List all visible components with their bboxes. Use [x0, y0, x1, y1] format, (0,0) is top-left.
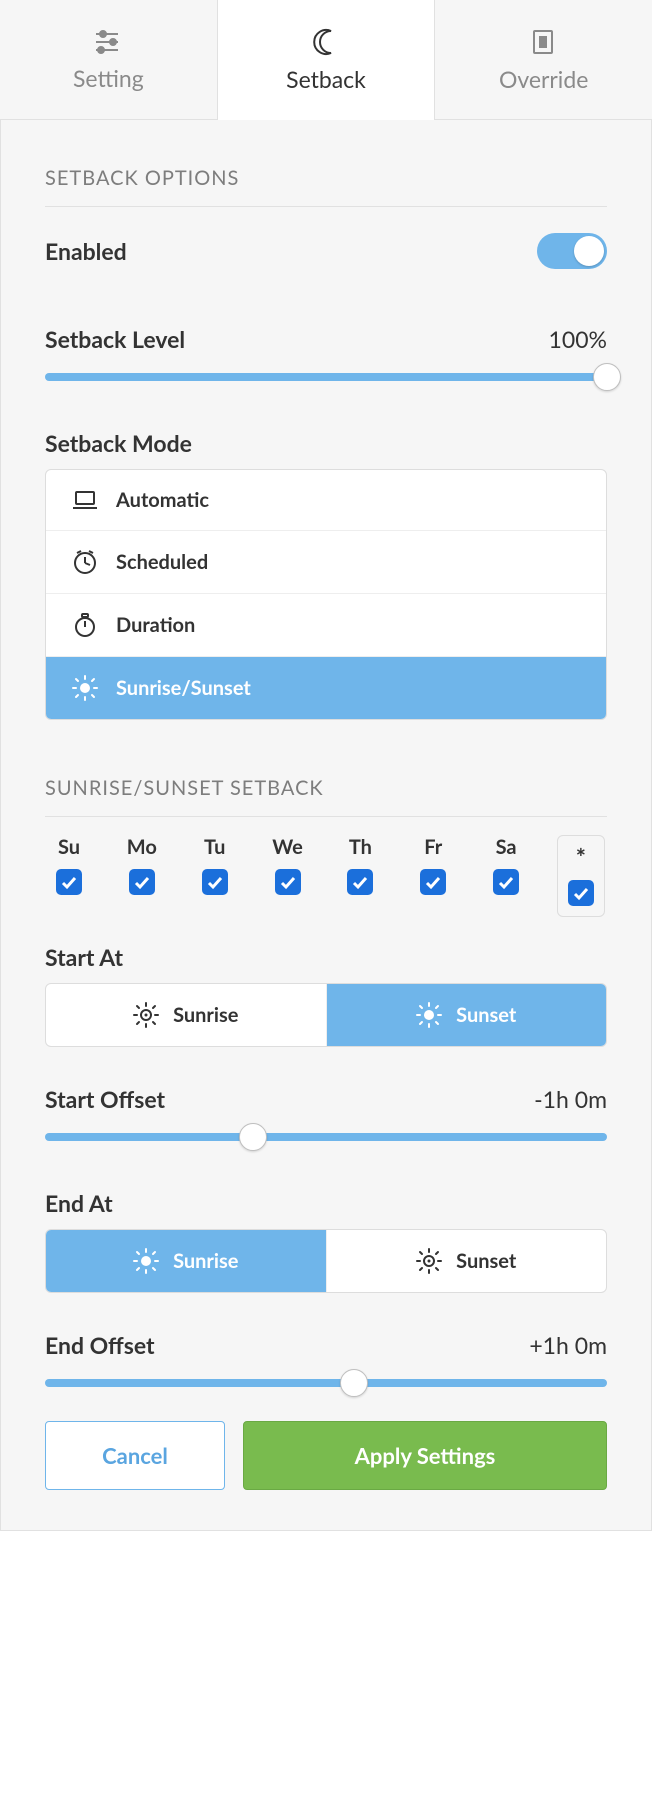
sunrise-icon	[133, 1002, 159, 1028]
mode-scheduled[interactable]: Scheduled	[46, 530, 606, 593]
tab-setback[interactable]: Setback	[217, 0, 436, 120]
day-tu-label: Tu	[204, 835, 225, 859]
day-tu[interactable]: Tu	[193, 835, 237, 895]
end-offset-value: +1h 0m	[529, 1331, 607, 1359]
start-at-segmented: Sunrise Sunset	[45, 983, 607, 1047]
mode-duration[interactable]: Duration	[46, 593, 606, 656]
start-at-label: Start At	[45, 943, 123, 971]
start-at-row: Start At	[45, 929, 607, 975]
day-mo[interactable]: Mo	[120, 835, 164, 895]
mode-label-row: Setback Mode	[45, 415, 607, 461]
day-sa-checkbox[interactable]	[493, 869, 519, 895]
start-sunrise[interactable]: Sunrise	[46, 984, 326, 1046]
day-su-checkbox[interactable]	[56, 869, 82, 895]
day-all-checkbox[interactable]	[568, 880, 594, 906]
tab-setting-label: Setting	[73, 64, 144, 92]
day-tu-checkbox[interactable]	[202, 869, 228, 895]
level-label: Setback Level	[45, 325, 185, 353]
start-offset-row: Start Offset -1h 0m	[45, 1071, 607, 1119]
day-sa[interactable]: Sa	[484, 835, 528, 895]
mode-automatic[interactable]: Automatic	[46, 470, 606, 530]
stopwatch-icon	[72, 612, 98, 638]
tab-override-label: Override	[499, 65, 588, 93]
sunset-icon	[416, 1248, 442, 1274]
tabs: Setting Setback Override	[0, 0, 652, 120]
day-fr[interactable]: Fr	[411, 835, 455, 895]
sun-icon	[72, 675, 98, 701]
tab-override[interactable]: Override	[435, 0, 652, 120]
start-sunrise-label: Sunrise	[173, 1003, 238, 1027]
enabled-row: Enabled	[45, 219, 607, 283]
enabled-toggle[interactable]	[537, 233, 607, 269]
laptop-icon	[72, 488, 98, 512]
end-at-label: End At	[45, 1189, 113, 1217]
mode-duration-label: Duration	[116, 613, 195, 637]
day-su[interactable]: Su	[47, 835, 91, 895]
level-slider[interactable]	[45, 363, 607, 391]
start-offset-slider[interactable]	[45, 1123, 607, 1151]
footer: Cancel Apply Settings	[45, 1421, 607, 1490]
mode-sunrise-sunset[interactable]: Sunrise/Sunset	[46, 656, 606, 719]
end-sunrise-label: Sunrise	[173, 1249, 238, 1273]
end-sunset-label: Sunset	[456, 1249, 516, 1273]
mode-sunrise-sunset-label: Sunrise/Sunset	[116, 676, 251, 700]
sliders-icon	[93, 28, 123, 56]
section-setback-options: SETBACK OPTIONS	[45, 148, 607, 207]
day-mo-checkbox[interactable]	[129, 869, 155, 895]
apply-button[interactable]: Apply Settings	[243, 1421, 607, 1490]
tab-setback-label: Setback	[286, 65, 366, 93]
day-mo-label: Mo	[127, 835, 157, 859]
start-sunset-label: Sunset	[456, 1003, 516, 1027]
day-fr-checkbox[interactable]	[420, 869, 446, 895]
end-at-row: End At	[45, 1175, 607, 1221]
override-icon	[529, 27, 559, 57]
end-sunrise[interactable]: Sunrise	[46, 1230, 326, 1292]
setback-panel: SETBACK OPTIONS Enabled Setback Level 10…	[0, 120, 652, 1531]
day-all-label: *	[576, 846, 586, 870]
sunrise-icon	[133, 1248, 159, 1274]
tab-setting[interactable]: Setting	[0, 0, 217, 120]
day-we-label: We	[272, 835, 302, 859]
day-th[interactable]: Th	[338, 835, 382, 895]
end-at-segmented: Sunrise Sunset	[45, 1229, 607, 1293]
end-offset-slider[interactable]	[45, 1369, 607, 1397]
day-th-label: Th	[349, 835, 372, 859]
level-row: Setback Level 100%	[45, 311, 607, 359]
mode-automatic-label: Automatic	[116, 488, 209, 512]
mode-scheduled-label: Scheduled	[116, 550, 208, 574]
mode-list: Automatic Scheduled Duration Sunrise/Sun…	[45, 469, 607, 720]
start-sunset[interactable]: Sunset	[326, 984, 607, 1046]
days-row: Su Mo Tu We Th Fr Sa *	[45, 829, 607, 929]
end-offset-label: End Offset	[45, 1331, 155, 1359]
start-offset-value: -1h 0m	[534, 1085, 607, 1113]
sunset-icon	[416, 1002, 442, 1028]
day-we-checkbox[interactable]	[275, 869, 301, 895]
day-th-checkbox[interactable]	[347, 869, 373, 895]
section-sunrise-sunset: SUNRISE/SUNSET SETBACK	[45, 758, 607, 817]
end-sunset[interactable]: Sunset	[326, 1230, 607, 1292]
day-sa-label: Sa	[496, 835, 517, 859]
moon-icon	[311, 27, 341, 57]
cancel-button[interactable]: Cancel	[45, 1421, 225, 1490]
clock-icon	[72, 549, 98, 575]
enabled-label: Enabled	[45, 237, 127, 265]
level-value: 100%	[549, 325, 607, 353]
mode-label: Setback Mode	[45, 429, 192, 457]
day-we[interactable]: We	[266, 835, 310, 895]
start-offset-label: Start Offset	[45, 1085, 165, 1113]
end-offset-row: End Offset +1h 0m	[45, 1317, 607, 1365]
day-all[interactable]: *	[557, 835, 605, 917]
day-su-label: Su	[58, 835, 80, 859]
day-fr-label: Fr	[424, 835, 442, 859]
